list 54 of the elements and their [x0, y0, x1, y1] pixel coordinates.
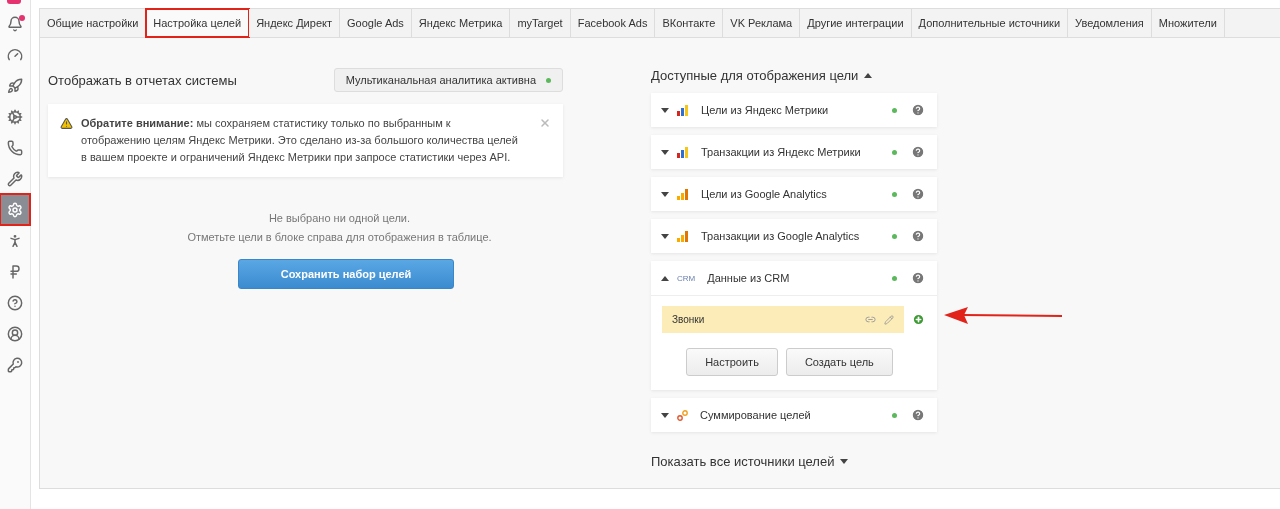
sidebar-icon [7, 46, 23, 63]
show-all-label: Показать все источники целей [651, 454, 835, 469]
sidebar-item[interactable] [0, 194, 30, 225]
sidebar-icon [7, 263, 23, 280]
crm-logo: CRM [677, 273, 696, 283]
section-title: Отображать в отчетах системы [48, 72, 237, 88]
help-icon[interactable] [911, 187, 925, 201]
help-icon[interactable] [911, 271, 925, 285]
help-icon[interactable] [911, 229, 925, 243]
empty-message: Не выбрано ни одной цели. [268, 211, 411, 226]
caret-icon [661, 107, 669, 113]
bar-chart-icon [677, 146, 689, 158]
tab[interactable]: Настройка целей [146, 9, 250, 37]
source-name[interactable]: Цели из Google Analytics [701, 188, 884, 200]
caret-icon [840, 459, 849, 464]
sidebar-icon [7, 15, 23, 32]
help-icon[interactable] [911, 103, 925, 117]
caret-icon [661, 191, 669, 197]
help-icon[interactable] [911, 145, 925, 159]
multichannel-status[interactable]: Мультиканальная аналитика активна [333, 68, 563, 92]
show-all-sources[interactable]: Показать все источники целей [651, 454, 937, 469]
source-name[interactable]: Транзакции из Яндекс Метрики [701, 146, 884, 158]
bar-chart-icon [677, 230, 689, 242]
sidebar-icon [7, 356, 23, 373]
help-icon[interactable] [911, 408, 925, 422]
warning-icon [60, 117, 73, 130]
action-button[interactable]: Настроить [686, 348, 778, 376]
sidebar-icon [7, 139, 23, 156]
action-button[interactable]: Создать цель [785, 348, 893, 376]
status-label: Мультиканальная аналитика активна [345, 74, 536, 86]
source-name[interactable]: Цели из Яндекс Метрики [701, 104, 884, 116]
section-title[interactable]: Доступные для отображения цели [651, 68, 859, 83]
sidebar-icon [7, 170, 23, 187]
notice-text: Обратите внимание: мы сохраняем статистику только по выбранным к отображению целям Яндекс Метрики. Это сделано из-за большого количества целей в вашем проекте и ограничений Яндекс Метрики при запросе статистики через API. [81, 116, 519, 165]
source-name[interactable]: Данные из CRM [707, 272, 884, 284]
caret-icon [661, 149, 669, 155]
goal-name: Звонки [672, 314, 706, 325]
bar-chart-icon [677, 104, 689, 116]
caret-icon [661, 412, 669, 418]
add-icon[interactable] [912, 313, 925, 326]
caret-icon [864, 73, 873, 78]
sidebar-icon [7, 108, 23, 125]
sidebar-icon [7, 232, 23, 249]
caret-icon [661, 275, 669, 281]
sidebar-icon [7, 294, 23, 311]
caret-icon [661, 233, 669, 239]
empty-message: Отметьте цели в блоке справа для отображения в таблице. [187, 230, 492, 245]
link-circles-icon [677, 409, 688, 421]
source-name[interactable]: Суммирование целей [700, 409, 884, 421]
bar-chart-icon [677, 188, 689, 200]
sidebar-icon [7, 201, 23, 218]
sidebar-icon [7, 77, 23, 94]
sidebar-icon [7, 325, 23, 342]
source-name[interactable]: Транзакции из Google Analytics [701, 230, 884, 242]
